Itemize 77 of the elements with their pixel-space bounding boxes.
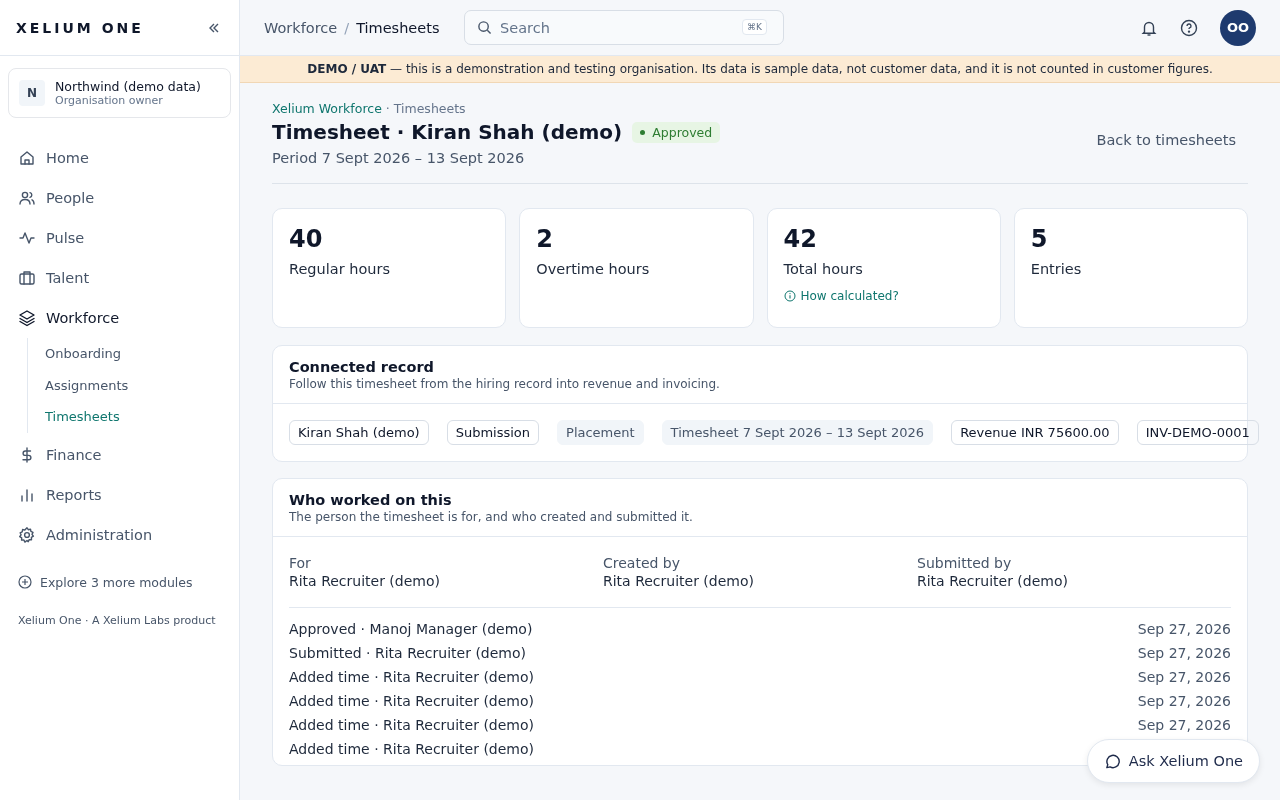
gear-icon xyxy=(18,525,36,544)
activity-date: Sep 27, 2026 xyxy=(1137,621,1231,639)
people-icon xyxy=(18,189,36,207)
shortcut-hint: ⌘K xyxy=(742,19,767,35)
activity-date: Sep 27, 2026 xyxy=(1137,717,1231,735)
stat-label: Total hours xyxy=(783,261,863,277)
record-chip[interactable]: Submission xyxy=(446,420,540,445)
chat-bubble-icon xyxy=(1103,752,1121,770)
activity-text: Submitted · Rita Recruiter (demo) xyxy=(289,645,526,663)
stat-value: 40 xyxy=(289,225,323,253)
search-icon xyxy=(477,20,492,35)
ask-assistant-button[interactable]: Ask Xelium One xyxy=(1086,739,1260,783)
user-avatar[interactable]: OO xyxy=(1220,9,1256,46)
record-chip[interactable]: Placement xyxy=(557,420,644,445)
card-title: Who worked on this xyxy=(289,492,453,508)
breadcrumb-link[interactable]: Workforce xyxy=(264,19,338,36)
nav-item[interactable]: Talent xyxy=(18,258,229,298)
stat-label: Regular hours xyxy=(289,261,390,277)
nav-item[interactable]: Workforce xyxy=(18,298,229,338)
info-icon xyxy=(783,290,796,302)
organisation-switcher[interactable]: N Northwind (demo data) Organisation owner xyxy=(8,68,231,118)
stat-label: Entries xyxy=(1030,261,1082,277)
organisation-role: Organisation owner xyxy=(55,94,164,107)
activity-text: Added time · Rita Recruiter (demo) xyxy=(289,693,535,711)
activity-text: Added time · Rita Recruiter (demo) xyxy=(289,717,535,735)
layers-icon xyxy=(18,309,36,327)
page-crumb: · Timesheets xyxy=(385,101,466,116)
stat-value: 5 xyxy=(1030,225,1048,253)
footer-text: Xelium One · A Xelium Labs product xyxy=(18,613,217,627)
field-label: For xyxy=(289,555,312,571)
briefcase-icon xyxy=(18,269,36,287)
nav-item[interactable]: Reports xyxy=(18,474,229,515)
card-subtitle: The person the timesheet is for, and who created and submitted it. xyxy=(289,510,694,524)
nav-subitem[interactable]: Assignments xyxy=(45,369,229,401)
nav-subitem[interactable]: Timesheets xyxy=(45,401,229,433)
record-chip[interactable]: Timesheet 7 Sept 2026 – 13 Sept 2026 xyxy=(661,420,934,445)
activity-text: Approved · Manoj Manager (demo) xyxy=(289,621,533,639)
nav-item[interactable]: People xyxy=(18,178,229,218)
record-chip[interactable]: Kiran Shah (demo) xyxy=(289,420,429,445)
nav-item[interactable]: Pulse xyxy=(18,218,229,258)
stat-value: 42 xyxy=(783,225,817,253)
period-text: Period 7 Sept 2026 – 13 Sept 2026 xyxy=(272,150,526,166)
card-subtitle: Follow this timesheet from the hiring record into revenue and invoicing. xyxy=(289,377,721,391)
activity-date: Sep 27, 2026 xyxy=(1137,645,1231,663)
explore-modules-link[interactable]: Explore 3 more modules xyxy=(18,574,239,590)
module-link[interactable]: Xelium Workforce xyxy=(272,101,382,116)
nav-item[interactable]: Finance xyxy=(18,434,229,475)
help-icon[interactable] xyxy=(1180,18,1198,37)
stat-label: Overtime hours xyxy=(536,261,650,277)
nav-item[interactable]: Administration xyxy=(18,514,229,555)
activity-date: Sep 27, 2026 xyxy=(1137,693,1231,711)
stat-value: 2 xyxy=(536,225,553,253)
field-value: Rita Recruiter (demo) xyxy=(289,573,441,589)
brand-logo: XELIUM ONE xyxy=(16,19,144,36)
status-badge: Approved xyxy=(632,121,721,143)
breadcrumb-current: Timesheets xyxy=(356,19,440,36)
card-title: Connected record xyxy=(289,359,435,375)
plus-circle-icon xyxy=(18,575,32,589)
demo-banner: DEMO / UAT — this is a demonstration and testing organisation. Its data is sample data, not customer data, and it is not counted in customer figures. xyxy=(240,56,1280,83)
organisation-avatar: N xyxy=(19,80,45,106)
record-chip[interactable]: INV-DEMO-0001 xyxy=(1136,420,1259,445)
field-value: Rita Recruiter (demo) xyxy=(917,573,1069,589)
breadcrumb-separator: / xyxy=(344,19,350,36)
activity-text: Added time · Rita Recruiter (demo) xyxy=(289,741,535,759)
field-label: Submitted by xyxy=(917,555,1013,571)
how-calculated-link[interactable]: How calculated? xyxy=(783,289,899,303)
activity-date: Sep 27, 2026 xyxy=(1137,669,1231,687)
nav-item[interactable]: Home xyxy=(18,138,229,178)
back-link[interactable]: Back to timesheets xyxy=(1096,132,1236,148)
nav-subitem[interactable]: Onboarding xyxy=(45,338,229,370)
field-value: Rita Recruiter (demo) xyxy=(603,573,755,589)
organisation-name: Northwind (demo data) xyxy=(55,79,201,94)
field-label: Created by xyxy=(603,555,682,571)
record-chip[interactable]: Revenue INR 75600.00 xyxy=(951,420,1119,445)
home-icon xyxy=(18,149,36,167)
activity-text: Added time · Rita Recruiter (demo) xyxy=(289,669,535,687)
page-title: Timesheet · Kiran Shah (demo) xyxy=(272,120,623,144)
